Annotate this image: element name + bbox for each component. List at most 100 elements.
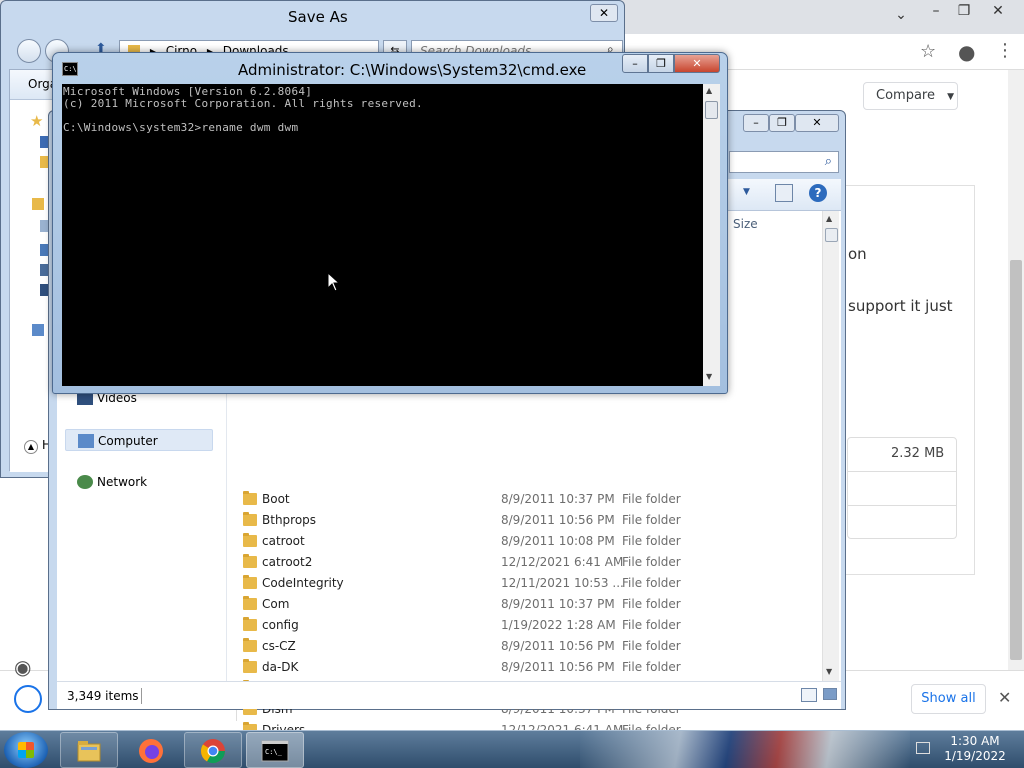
file-row[interactable]: cs-CZ 8/9/2011 10:56 PM File folder <box>237 636 825 657</box>
file-row[interactable]: da-DK 8/9/2011 10:56 PM File folder <box>237 657 825 678</box>
download-item-icon[interactable] <box>14 685 42 713</box>
libraries-icon[interactable] <box>32 198 44 210</box>
divider <box>141 688 142 704</box>
console-line: C:\Windows\system32>rename dwm dwm <box>63 121 299 134</box>
file-row[interactable]: config 1/19/2022 1:28 AM File folder <box>237 615 825 636</box>
folder-icon <box>243 575 257 589</box>
taskbar-chrome[interactable] <box>184 732 242 768</box>
file-row[interactable]: Com 8/9/2011 10:37 PM File folder <box>237 594 825 615</box>
file-date: 12/11/2021 10:53 ... <box>501 576 624 590</box>
file-name: da-DK <box>262 660 299 674</box>
scroll-up-icon[interactable]: ▲ <box>826 214 832 223</box>
file-date: 8/9/2011 10:56 PM <box>501 660 615 674</box>
file-list-scrollbar[interactable]: ▲ ▼ <box>822 211 839 681</box>
compare-button[interactable]: Compare ▼ <box>863 82 958 110</box>
scroll-up-icon[interactable]: ▲ <box>706 86 712 95</box>
maximize-button[interactable]: ❐ <box>769 114 795 132</box>
minimize-button[interactable]: – <box>743 114 769 132</box>
preview-pane-icon[interactable] <box>775 184 793 202</box>
dropdown-arrow-icon: ▼ <box>947 92 955 102</box>
nav-item-network[interactable]: Network <box>57 471 217 493</box>
file-row[interactable]: catroot 8/9/2011 10:08 PM File folder <box>237 531 825 552</box>
console-output[interactable]: Microsoft Windows [Version 6.2.8064] (c)… <box>62 84 703 386</box>
page-scrollbar[interactable] <box>1008 70 1024 670</box>
file-type: File folder <box>622 492 681 506</box>
item-count: 3,349 items <box>67 689 139 703</box>
profile-icon[interactable]: ● <box>958 40 975 64</box>
menu-icon[interactable]: ⋮ <box>996 40 1014 61</box>
file-name: catroot <box>262 534 305 548</box>
hide-folders-icon[interactable]: ▲ <box>24 440 38 454</box>
folder-icon <box>243 533 257 547</box>
minimize-button[interactable]: – <box>622 54 648 73</box>
taskbar-cmd[interactable]: C:\_ <box>246 732 304 768</box>
show-all-button[interactable]: Show all <box>911 684 986 714</box>
back-button[interactable] <box>17 39 41 63</box>
file-name: CodeIntegrity <box>262 576 344 590</box>
details-view-icon[interactable] <box>801 688 817 702</box>
file-name: config <box>262 618 299 632</box>
chrome-icon <box>201 739 225 764</box>
download-info-box: 2.32 MB <box>847 437 957 539</box>
column-header-size[interactable]: Size <box>733 217 758 231</box>
computer-icon[interactable] <box>32 324 44 336</box>
explorer-icon <box>77 741 101 762</box>
close-icon[interactable]: ✕ <box>998 688 1011 707</box>
large-icons-view-icon[interactable] <box>823 688 837 700</box>
file-type: File folder <box>622 597 681 611</box>
cmd-window: C:\ Administrator: C:\Windows\System32\c… <box>52 52 728 394</box>
help-icon[interactable]: ? <box>809 184 827 202</box>
page-text-fragment: on <box>848 245 867 263</box>
scrollbar-thumb[interactable] <box>1010 260 1022 660</box>
file-row[interactable]: CodeIntegrity 12/11/2021 10:53 ... File fo… <box>237 573 825 594</box>
scrollbar-thumb[interactable] <box>825 228 838 242</box>
github-icon: ◉ <box>14 655 32 679</box>
start-button[interactable] <box>4 732 48 768</box>
taskbar-explorer[interactable] <box>60 732 118 768</box>
favorites-star-icon[interactable]: ★ <box>30 112 43 130</box>
nav-label: Network <box>97 475 148 489</box>
file-date: 8/9/2011 10:37 PM <box>501 597 615 611</box>
close-button[interactable]: ✕ <box>674 54 720 73</box>
close-button[interactable]: ✕ <box>795 114 839 132</box>
network-tray-icon[interactable] <box>916 742 930 754</box>
firefox-icon <box>139 739 163 763</box>
scroll-down-icon[interactable]: ▼ <box>706 372 712 381</box>
taskbar-firefox[interactable] <box>122 732 180 768</box>
file-name: Com <box>262 597 290 611</box>
clock-time: 1:30 AM <box>950 734 1000 748</box>
mouse-cursor-icon <box>327 272 341 292</box>
folder-icon <box>243 512 257 526</box>
nav-item-computer[interactable]: Computer <box>65 429 213 451</box>
console-scrollbar[interactable]: ▲ ▼ <box>703 84 720 386</box>
file-date: 1/19/2022 1:28 AM <box>501 618 616 632</box>
file-date: 8/9/2011 10:56 PM <box>501 513 615 527</box>
clock-date: 1/19/2022 <box>944 749 1006 763</box>
search-input[interactable]: ⌕ <box>729 151 839 173</box>
minimize-button[interactable]: – <box>922 2 950 22</box>
scrollbar-thumb[interactable] <box>705 101 718 119</box>
close-button[interactable]: ✕ <box>984 2 1012 22</box>
folder-icon <box>243 638 257 652</box>
folder-icon <box>243 554 257 568</box>
page-text-fragment: support it just <box>848 297 953 315</box>
svg-text:C:\_: C:\_ <box>265 748 283 756</box>
maximize-button[interactable]: ❐ <box>950 2 978 22</box>
close-button[interactable]: ✕ <box>590 4 618 22</box>
chevron-down-icon[interactable]: ⌄ <box>887 6 915 26</box>
file-row[interactable]: Boot 8/9/2011 10:37 PM File folder <box>237 489 825 510</box>
network-icon <box>77 475 93 489</box>
taskbar-clock[interactable]: 1:30 AM 1/19/2022 <box>940 734 1010 764</box>
view-dropdown-icon[interactable]: ▼ <box>743 187 750 197</box>
bookmark-star-icon[interactable]: ☆ <box>920 41 936 62</box>
file-type: File folder <box>622 618 681 632</box>
maximize-button[interactable]: ❐ <box>648 54 674 73</box>
cmd-window-icon[interactable]: C:\ <box>62 62 78 76</box>
file-row[interactable]: Bthprops 8/9/2011 10:56 PM File folder <box>237 510 825 531</box>
file-date: 8/9/2011 10:08 PM <box>501 534 615 548</box>
scroll-down-icon[interactable]: ▼ <box>826 667 832 676</box>
file-type: File folder <box>622 639 681 653</box>
wallpaper-strip <box>580 731 910 768</box>
file-row[interactable]: catroot2 12/12/2021 6:41 AM File folder <box>237 552 825 573</box>
file-type: File folder <box>622 576 681 590</box>
